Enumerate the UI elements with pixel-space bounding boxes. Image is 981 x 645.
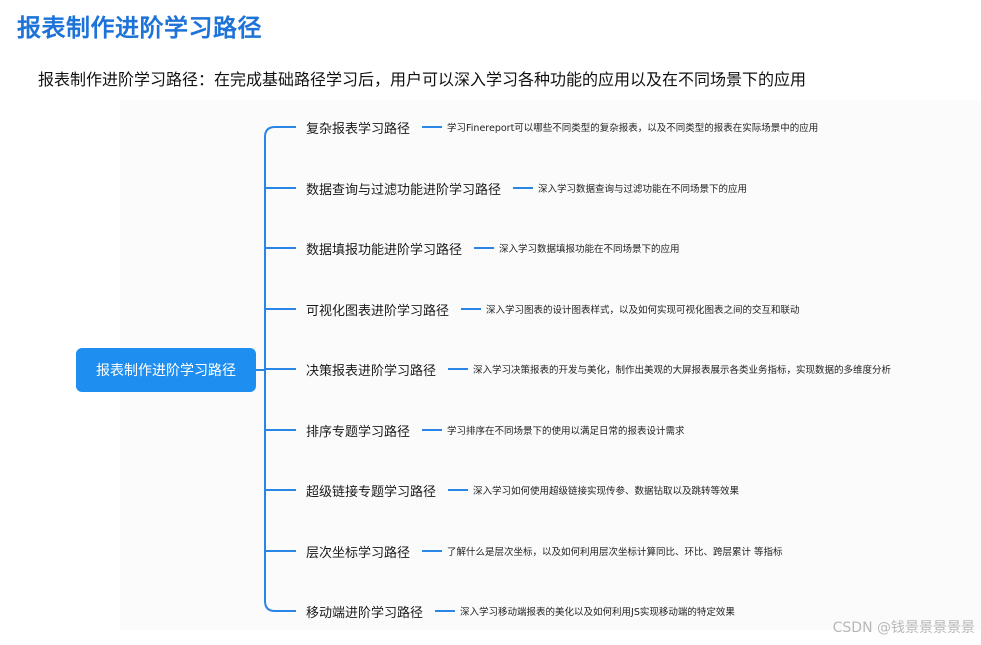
branch-node[interactable]: 数据查询与过滤功能进阶学习路径 深入学习数据查询与过滤功能在不同场景下的应用	[306, 178, 747, 198]
branch-dash	[422, 126, 443, 128]
branch-label: 数据查询与过滤功能进阶学习路径	[306, 182, 502, 198]
branch-connector	[264, 600, 296, 612]
branch-dash	[448, 489, 469, 491]
branch-dash	[422, 429, 443, 431]
root-node[interactable]: 报表制作进阶学习路径	[76, 348, 256, 392]
branch-description: 深入学习数据查询与过滤功能在不同场景下的应用	[538, 184, 748, 195]
branch-node[interactable]: 可视化图表进阶学习路径 深入学习图表的设计图表样式，以及如何实现可视化图表之间的交…	[306, 299, 800, 319]
branch-label: 数据填报功能进阶学习路径	[306, 242, 463, 258]
watermark: CSDN @钱景景景景景	[832, 620, 975, 636]
branch-label: 可视化图表进阶学习路径	[306, 303, 450, 319]
branch-node[interactable]: 移动端进阶学习路径 深入学习移动端报表的美化以及如何利用JS实现移动端的特定效果	[306, 601, 735, 621]
branch-node[interactable]: 决策报表进阶学习路径 深入学习决策报表的开发与美化，制作出美观的大屏报表展示各类业…	[306, 359, 891, 379]
branch-dash	[448, 368, 469, 370]
branch-label: 超级链接专题学习路径	[306, 484, 437, 500]
branch-description: 深入学习如何使用超级链接实现传参、数据钻取以及跳转等效果	[473, 486, 740, 497]
branch-dash	[435, 610, 456, 612]
branch-description: 深入学习数据填报功能在不同场景下的应用	[499, 244, 680, 255]
branch-description: 了解什么是层次坐标，以及如何利用层次坐标计算同比、环比、跨层累计 等指标	[447, 547, 783, 558]
branch-node[interactable]: 复杂报表学习路径 学习Finereport可以哪些不同类型的复杂报表，以及不同类型…	[306, 117, 818, 137]
branch-dash	[474, 247, 495, 249]
branch-node[interactable]: 排序专题学习路径 学习排序在不同场景下的使用以满足日常的报表设计需求	[306, 420, 685, 440]
branch-connector	[264, 126, 296, 138]
branch-label: 排序专题学习路径	[306, 424, 411, 440]
page: 报表制作进阶学习路径 报表制作进阶学习路径：在完成基础路径学习后，用户可以深入学…	[0, 0, 981, 645]
branch-node[interactable]: 超级链接专题学习路径 深入学习如何使用超级链接实现传参、数据钻取以及跳转等效果	[306, 480, 739, 500]
branch-label: 复杂报表学习路径	[306, 121, 411, 137]
branch-dash	[422, 550, 443, 552]
branch-label: 移动端进阶学习路径	[306, 605, 424, 621]
branch-description: 学习Finereport可以哪些不同类型的复杂报表，以及不同类型的报表在实际场景…	[447, 123, 819, 134]
branch-label: 决策报表进阶学习路径	[306, 363, 437, 379]
branch-dash	[461, 308, 482, 310]
branch-description: 深入学习决策报表的开发与美化，制作出美观的大屏报表展示各类业务指标，实现数据的多…	[473, 365, 892, 376]
branch-label: 层次坐标学习路径	[306, 545, 411, 561]
branch-description: 深入学习图表的设计图表样式，以及如何实现可视化图表之间的交互和联动	[486, 305, 800, 316]
branch-node[interactable]: 层次坐标学习路径 了解什么是层次坐标，以及如何利用层次坐标计算同比、环比、跨层累计…	[306, 541, 783, 561]
branch-description: 学习排序在不同场景下的使用以满足日常的报表设计需求	[447, 426, 685, 437]
branch-description: 深入学习移动端报表的美化以及如何利用JS实现移动端的特定效果	[460, 607, 735, 618]
branch-node[interactable]: 数据填报功能进阶学习路径 深入学习数据填报功能在不同场景下的应用	[306, 238, 680, 258]
branch-dash	[513, 187, 534, 189]
